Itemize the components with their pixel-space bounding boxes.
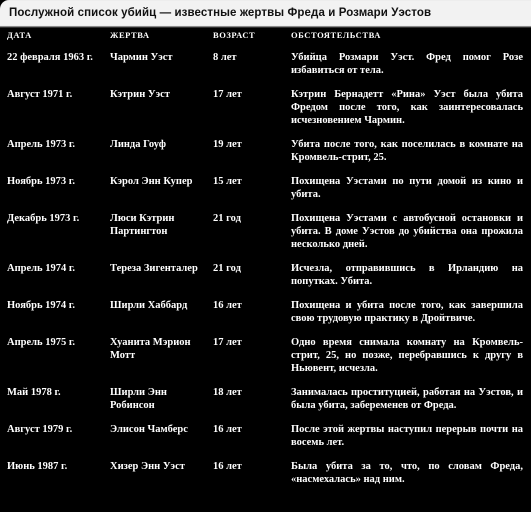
cell-age: 15 лет [213, 176, 242, 187]
cell-age: 19 лет [213, 139, 242, 150]
window-titlebar: Послужной список убийц — известные жертв… [0, 0, 531, 26]
cell-victim: Элисон Чамберс [110, 424, 188, 435]
cell-age: 8 лет [213, 52, 237, 63]
cell-date: Ноябрь 1974 г. [7, 300, 75, 311]
cell-date: Апрель 1973 г. [7, 139, 76, 150]
cell-date: Август 1971 г. [7, 89, 73, 100]
table-row: 22 февраля 1963 г. Чармин Уэст 8 лет Убийца… [0, 51, 531, 88]
cell-age: 16 лет [213, 300, 242, 311]
cell-age: 16 лет [213, 461, 242, 472]
cell-age: 16 лет [213, 424, 242, 435]
cell-victim: Тереза Зигенталер [110, 263, 198, 274]
column-header-date: ДАТА [7, 30, 32, 40]
cell-victim: Кэрол Энн Купер [110, 176, 193, 187]
table-row: Декабрь 1973 г. Люси Кэтрин Партингтон 21 … [0, 212, 531, 262]
cell-age: 17 лет [213, 89, 242, 100]
cell-circumstances: Убита после того, как поселилась в комна… [291, 139, 523, 163]
cell-date: Декабрь 1973 г. [7, 213, 80, 224]
cell-circumstances: Кэтрин Бернадетт «Рина» Уэст была убита … [291, 89, 523, 126]
victims-table-area: ДАТА ЖЕРТВА ВОЗРАСТ ОБСТОЯТЕЛЬСТВА 22 фе… [0, 30, 531, 512]
cell-date: Апрель 1974 г. [7, 263, 76, 274]
cell-victim: Чармин Уэст [110, 52, 173, 63]
cell-date: Ноябрь 1973 г. [7, 176, 75, 187]
table-header: ДАТА ЖЕРТВА ВОЗРАСТ ОБСТОЯТЕЛЬСТВА [0, 30, 531, 51]
column-header-circumstances: ОБСТОЯТЕЛЬСТВА [291, 30, 381, 40]
cell-age: 21 год [213, 213, 241, 224]
table-row: Июнь 1987 г. Хизер Энн Уэст 16 лет Была уби… [0, 460, 531, 497]
cell-circumstances: Занималась проституцией, работая на Уэст… [291, 387, 523, 411]
cell-victim: Ширли Хаббард [110, 300, 188, 311]
table-row: Апрель 1974 г. Тереза Зигенталер 21 год Исч… [0, 262, 531, 299]
column-header-victim: ЖЕРТВА [110, 30, 150, 40]
cell-victim: Хизер Энн Уэст [110, 461, 185, 472]
table-row: Август 1971 г. Кэтрин Уэст 17 лет Кэтрин Бе… [0, 88, 531, 138]
cell-date: 22 февраля 1963 г. [7, 52, 93, 63]
table-header-row: ДАТА ЖЕРТВА ВОЗРАСТ ОБСТОЯТЕЛЬСТВА [0, 30, 531, 51]
titlebar-divider [0, 26, 531, 28]
cell-date: Май 1978 г. [7, 387, 61, 398]
victims-table: ДАТА ЖЕРТВА ВОЗРАСТ ОБСТОЯТЕЛЬСТВА 22 фе… [0, 30, 531, 497]
page-title: Послужной список убийц — известные жертв… [9, 7, 432, 19]
cell-date: Июнь 1987 г. [7, 461, 68, 472]
cell-date: Апрель 1975 г. [7, 337, 76, 348]
cell-victim: Хуанита Мэрион Мотт [110, 337, 191, 361]
cell-circumstances: Похищена Уэстами с автобусной остановки … [291, 213, 523, 250]
cell-circumstances: Убийца Розмари Уэст. Фред помог Розе изб… [291, 52, 523, 76]
table-row: Апрель 1973 г. Линда Гоуф 19 лет Убита посл… [0, 138, 531, 175]
cell-circumstances: После этой жертвы наступил перерыв почти… [291, 424, 523, 448]
cell-age: 17 лет [213, 337, 242, 348]
cell-age: 21 год [213, 263, 241, 274]
table-body: 22 февраля 1963 г. Чармин Уэст 8 лет Убийца… [0, 51, 531, 497]
cell-victim: Линда Гоуф [110, 139, 166, 150]
cell-circumstances: Похищена Уэстами по пути домой из кино и… [291, 176, 523, 200]
page-root: Послужной список убийц — известные жертв… [0, 0, 531, 512]
cell-circumstances: Похищена и убита после того, как заверши… [291, 300, 523, 324]
cell-age: 18 лет [213, 387, 242, 398]
table-row: Май 1978 г. Ширли Энн Робинсон 18 лет Заним… [0, 386, 531, 423]
table-row: Ноябрь 1974 г. Ширли Хаббард 16 лет Похищен… [0, 299, 531, 336]
cell-victim: Ширли Энн Робинсон [110, 387, 167, 411]
table-row: Август 1979 г. Элисон Чамберс 16 лет После … [0, 423, 531, 460]
cell-victim: Кэтрин Уэст [110, 89, 170, 100]
cell-victim: Люси Кэтрин Партингтон [110, 213, 175, 237]
cell-circumstances: Исчезла, отправившись в Ирландию на попу… [291, 263, 523, 287]
table-row: Ноябрь 1973 г. Кэрол Энн Купер 15 лет Похищ… [0, 175, 531, 212]
cell-circumstances: Была убита за то, что, по словам Фреда, … [291, 461, 523, 485]
column-header-age: ВОЗРАСТ [213, 30, 256, 40]
cell-circumstances: Одно время снимала комнату на Кромвель-с… [291, 337, 523, 374]
table-row: Апрель 1975 г. Хуанита Мэрион Мотт 17 лет О… [0, 336, 531, 386]
cell-date: Август 1979 г. [7, 424, 73, 435]
